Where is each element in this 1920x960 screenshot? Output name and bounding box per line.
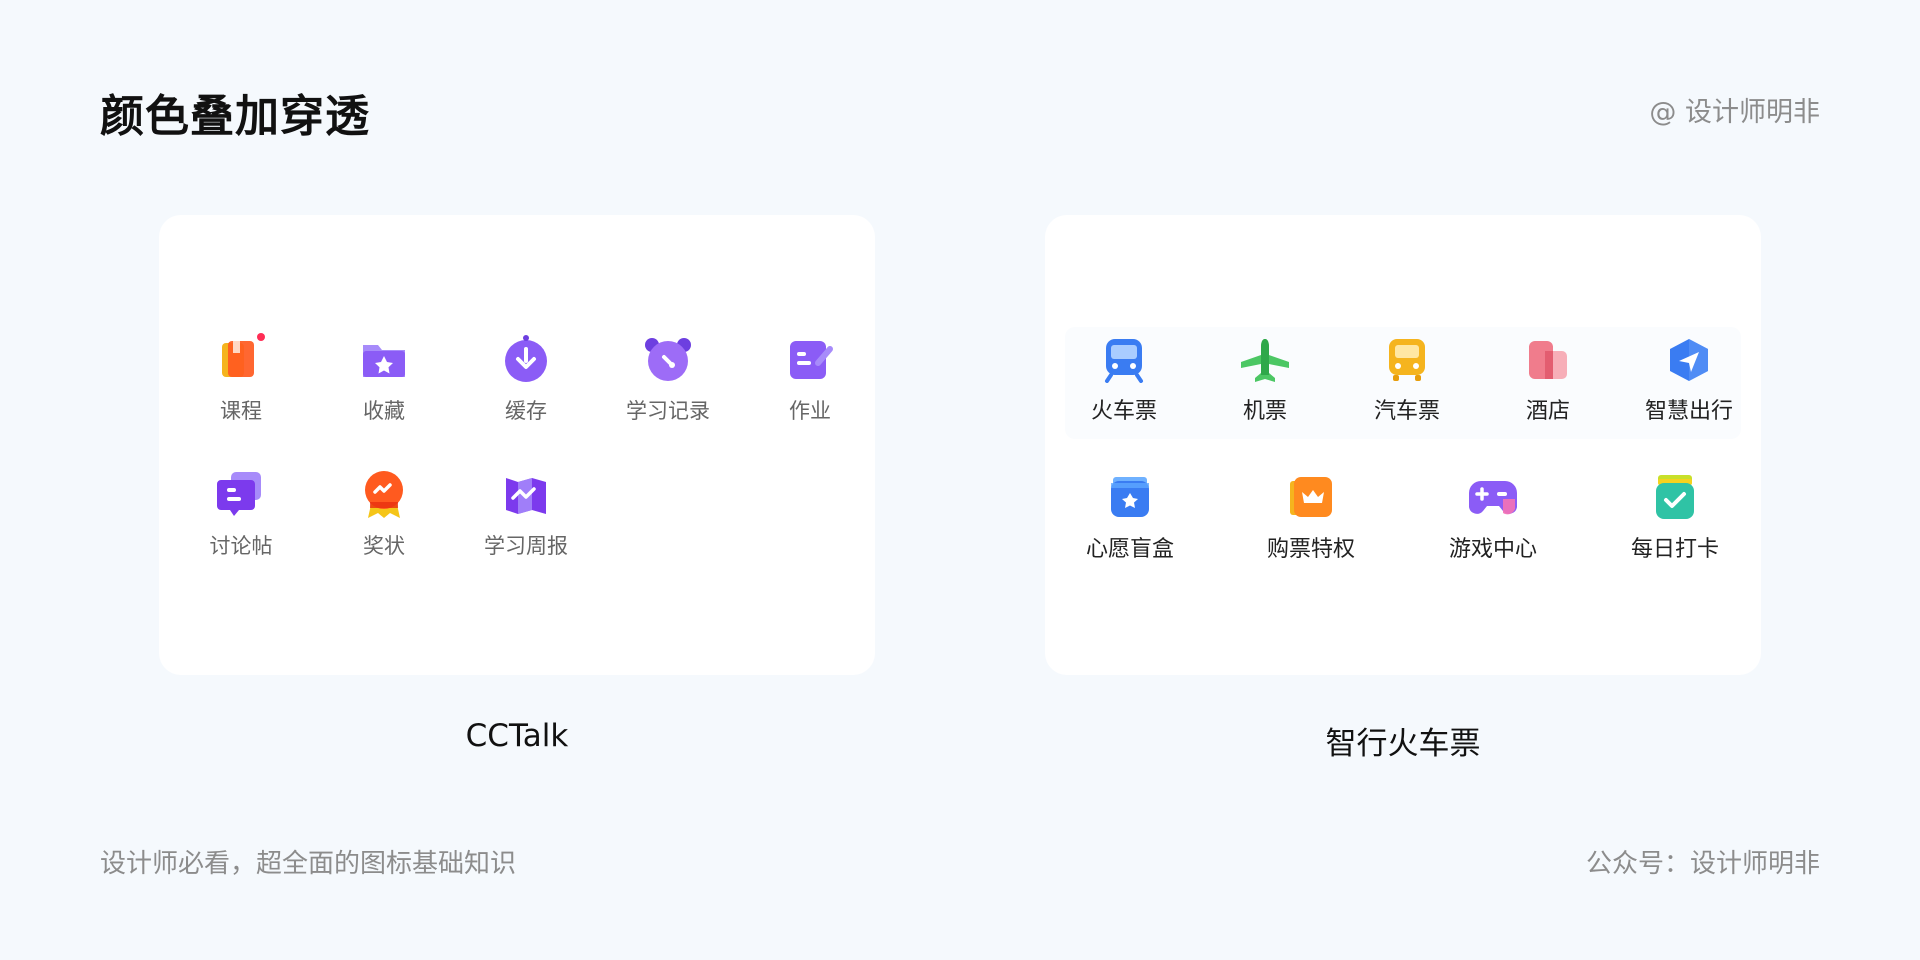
grid-item-bus[interactable]: 汽车票 — [1332, 337, 1482, 425]
grid-item-smart-travel[interactable]: 智慧出行 — [1614, 337, 1764, 425]
check-in-icon — [1656, 475, 1694, 519]
grid-item-daily-check-in[interactable]: 每日打卡 — [1600, 475, 1750, 563]
grid-item-favorites[interactable]: 收藏 — [309, 333, 459, 425]
homework-edit-icon — [790, 341, 833, 379]
grid-item-homework[interactable]: 作业 — [735, 333, 885, 425]
grid-item-label: 游戏中心 — [1448, 537, 1537, 562]
favorites-folder-icon — [363, 345, 405, 377]
grid-item-label: 酒店 — [1525, 399, 1570, 424]
grid-item-wish-box[interactable]: 心愿盲盒 — [1055, 475, 1205, 563]
grid-item-plane[interactable]: 机票 — [1190, 337, 1340, 425]
download-cache-icon — [505, 335, 547, 382]
grid-item-game-center[interactable]: 游戏中心 — [1418, 475, 1568, 563]
train-icon — [1105, 339, 1143, 383]
gamepad-icon — [1469, 481, 1517, 515]
page-title: 颜色叠加穿透 — [100, 91, 370, 142]
grid-item-course[interactable]: 课程 — [166, 333, 316, 425]
footer-tagline: 设计师必看，超全面的图标基础知识 — [100, 849, 517, 879]
grid-item-label: 心愿盲盒 — [1085, 537, 1174, 562]
clock-record-icon — [645, 338, 691, 381]
weekly-report-icon — [506, 478, 546, 514]
grid-item-cache[interactable]: 缓存 — [451, 333, 601, 425]
crown-privilege-icon — [1290, 477, 1332, 517]
grid-item-label: 学习记录 — [626, 399, 710, 423]
cctalk-icon-card: 课程 收藏 缓存 学习记录 作业 讨论帖 奖状 学习周报 — [159, 215, 875, 675]
grid-item-label: 机票 — [1242, 399, 1287, 424]
grid-item-weekly-report[interactable]: 学习周报 — [451, 468, 601, 560]
grid-item-label: 学习周报 — [484, 534, 568, 558]
navigation-icon — [1670, 339, 1708, 381]
bus-icon — [1389, 339, 1425, 381]
grid-item-ticket-privilege[interactable]: 购票特权 — [1236, 475, 1386, 563]
zhixing-icon-card: 火车票 机票 汽车票 酒店 智慧出行 心愿盲盒 购票特权 游戏中心 每日打卡 — [1045, 215, 1761, 675]
footer-account: 公众号：设计师明非 — [1585, 849, 1820, 879]
hotel-icon — [1529, 341, 1567, 379]
grid-item-label: 智慧出行 — [1644, 399, 1733, 424]
grid-item-label: 奖状 — [363, 534, 405, 558]
grid-item-label: 收藏 — [363, 399, 405, 423]
grid-item-label: 火车票 — [1090, 399, 1157, 424]
grid-item-label: 作业 — [789, 399, 831, 423]
grid-item-study-record[interactable]: 学习记录 — [593, 333, 743, 425]
zhixing-caption: 智行火车票 — [1325, 726, 1481, 762]
grid-item-label: 课程 — [220, 399, 262, 423]
grid-item-label: 购票特权 — [1266, 537, 1355, 562]
wish-box-icon — [1111, 477, 1149, 517]
grid-item-train[interactable]: 火车票 — [1049, 337, 1199, 425]
grid-item-label: 缓存 — [505, 399, 547, 423]
award-medal-icon — [365, 471, 403, 518]
grid-item-discussion[interactable]: 讨论帖 — [166, 468, 316, 560]
course-book-icon — [222, 333, 265, 377]
grid-item-label: 讨论帖 — [209, 534, 273, 558]
grid-item-hotel[interactable]: 酒店 — [1473, 337, 1623, 425]
plane-icon — [1241, 339, 1289, 382]
discussion-chat-icon — [217, 472, 261, 516]
grid-item-award[interactable]: 奖状 — [309, 468, 459, 560]
grid-item-label: 每日打卡 — [1630, 537, 1719, 562]
author-credit: @ 设计师明非 — [1649, 97, 1820, 128]
grid-item-label: 汽车票 — [1373, 399, 1440, 424]
cctalk-caption: CCTalk — [465, 718, 569, 754]
